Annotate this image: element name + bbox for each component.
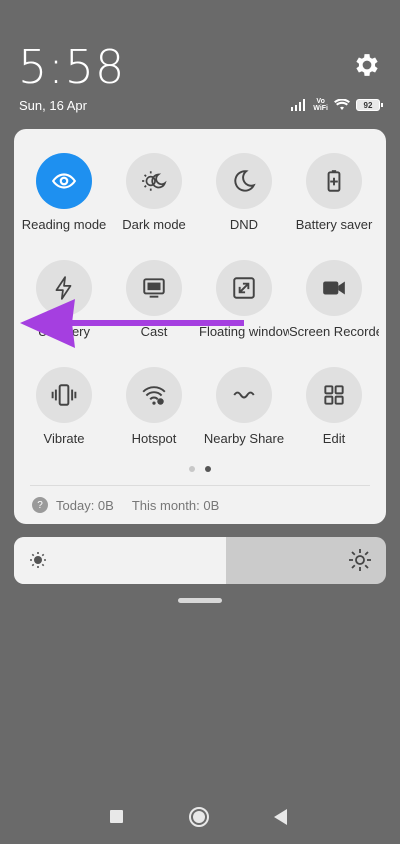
tile-label: Edit — [322, 431, 346, 446]
tile-nearby-share[interactable]: Nearby Share — [199, 367, 289, 446]
wifi-icon — [334, 99, 350, 110]
status-bar-icons: Vo WiFi 92 — [291, 96, 383, 114]
vowifi-indicator: Vo WiFi — [313, 98, 328, 112]
page-dot[interactable] — [189, 466, 195, 472]
settings-gear-icon[interactable] — [352, 50, 382, 80]
eye-icon[interactable] — [36, 153, 92, 209]
cast-icon[interactable] — [126, 260, 182, 316]
tile-label: Dark mode — [122, 217, 186, 232]
tile-dnd[interactable]: DND — [199, 153, 289, 232]
dark-mode-icon[interactable] — [126, 153, 182, 209]
tile-label: Cast — [140, 324, 168, 339]
recents-button[interactable] — [110, 810, 123, 823]
tile-edit[interactable]: Edit — [289, 367, 379, 446]
tile-label: DND — [229, 217, 259, 232]
tile-label: Nearby Share — [203, 431, 285, 446]
floating-window-icon[interactable] — [216, 260, 272, 316]
tile-reading-mode[interactable]: Reading mode — [19, 153, 109, 232]
tile-label: Floating window — [199, 324, 289, 339]
battery-plus-icon[interactable] — [306, 153, 362, 209]
grid-icon[interactable] — [306, 367, 362, 423]
page-indicator — [14, 466, 386, 472]
data-usage-month: This month: 0B — [131, 497, 220, 513]
quick-settings-panel: Reading mode Dark mode DND Battery saver Ult… — [14, 129, 386, 524]
tile-label: Battery saver — [295, 217, 373, 232]
tile-label: Hotspot — [131, 431, 177, 446]
vibrate-icon[interactable] — [36, 367, 92, 423]
tile-cast[interactable]: Cast — [109, 260, 199, 339]
tile-screen-recorder[interactable]: Screen Recorder — [289, 260, 379, 339]
panel-drag-handle[interactable] — [178, 598, 222, 603]
data-usage-today: Today: 0B — [56, 497, 114, 513]
data-usage-icon: ? — [32, 497, 48, 513]
tile-label: Screen Recorder — [289, 324, 379, 339]
home-button[interactable] — [189, 807, 209, 827]
lightning-icon[interactable] — [36, 260, 92, 316]
tile-hotspot[interactable]: Hotspot — [109, 367, 199, 446]
nearby-share-icon[interactable] — [216, 367, 272, 423]
signal-icon — [291, 99, 306, 111]
page-dot-active[interactable] — [205, 466, 211, 472]
tile-dark-mode[interactable]: Dark mode — [109, 153, 199, 232]
data-usage[interactable]: ? Today: 0B This month: 0B — [32, 497, 219, 513]
divider — [30, 485, 370, 486]
brightness-low-icon — [30, 552, 46, 568]
video-camera-icon[interactable] — [306, 260, 362, 316]
status-clock: 5:58 — [18, 40, 126, 94]
back-button[interactable] — [274, 809, 287, 825]
status-date: Sun, 16 Apr — [19, 98, 87, 113]
tile-floating-window[interactable]: Floating window — [199, 260, 289, 339]
hotspot-icon[interactable] — [126, 367, 182, 423]
tile-label: Reading mode — [21, 217, 107, 232]
tile-label: Ult attery — [37, 324, 90, 339]
battery-indicator: 92 — [356, 99, 383, 111]
tile-ultra-battery[interactable]: Ult attery — [19, 260, 109, 339]
tile-battery-saver[interactable]: Battery saver — [289, 153, 379, 232]
brightness-high-icon — [349, 549, 371, 571]
moon-icon[interactable] — [216, 153, 272, 209]
brightness-slider[interactable] — [14, 537, 386, 584]
tile-label: Vibrate — [43, 431, 85, 446]
tile-vibrate[interactable]: Vibrate — [19, 367, 109, 446]
navigation-bar — [0, 800, 400, 830]
